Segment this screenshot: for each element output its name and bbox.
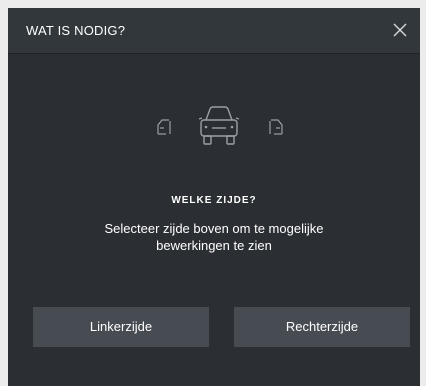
side-instruction: Selecteer zijde boven om te mogelijke be… <box>104 221 324 253</box>
side-question: WELKE ZIJDE? <box>171 195 257 206</box>
right-side-door-icon[interactable] <box>268 118 284 141</box>
damage-side-dialog: WAT IS NODIG? WELKE ZIJDE? Selecteer zij… <box>8 8 420 386</box>
dialog-header: WAT IS NODIG? <box>8 8 420 54</box>
right-side-button[interactable]: Rechterzijde <box>234 307 410 347</box>
side-selector <box>8 104 420 154</box>
close-icon[interactable] <box>390 20 410 40</box>
left-side-button[interactable]: Linkerzijde <box>33 307 209 347</box>
page-background: WAT IS NODIG? WELKE ZIJDE? Selecteer zij… <box>0 0 426 386</box>
left-side-door-icon[interactable] <box>156 118 172 141</box>
car-front-icon[interactable] <box>196 104 242 153</box>
dialog-title: WAT IS NODIG? <box>26 23 126 38</box>
